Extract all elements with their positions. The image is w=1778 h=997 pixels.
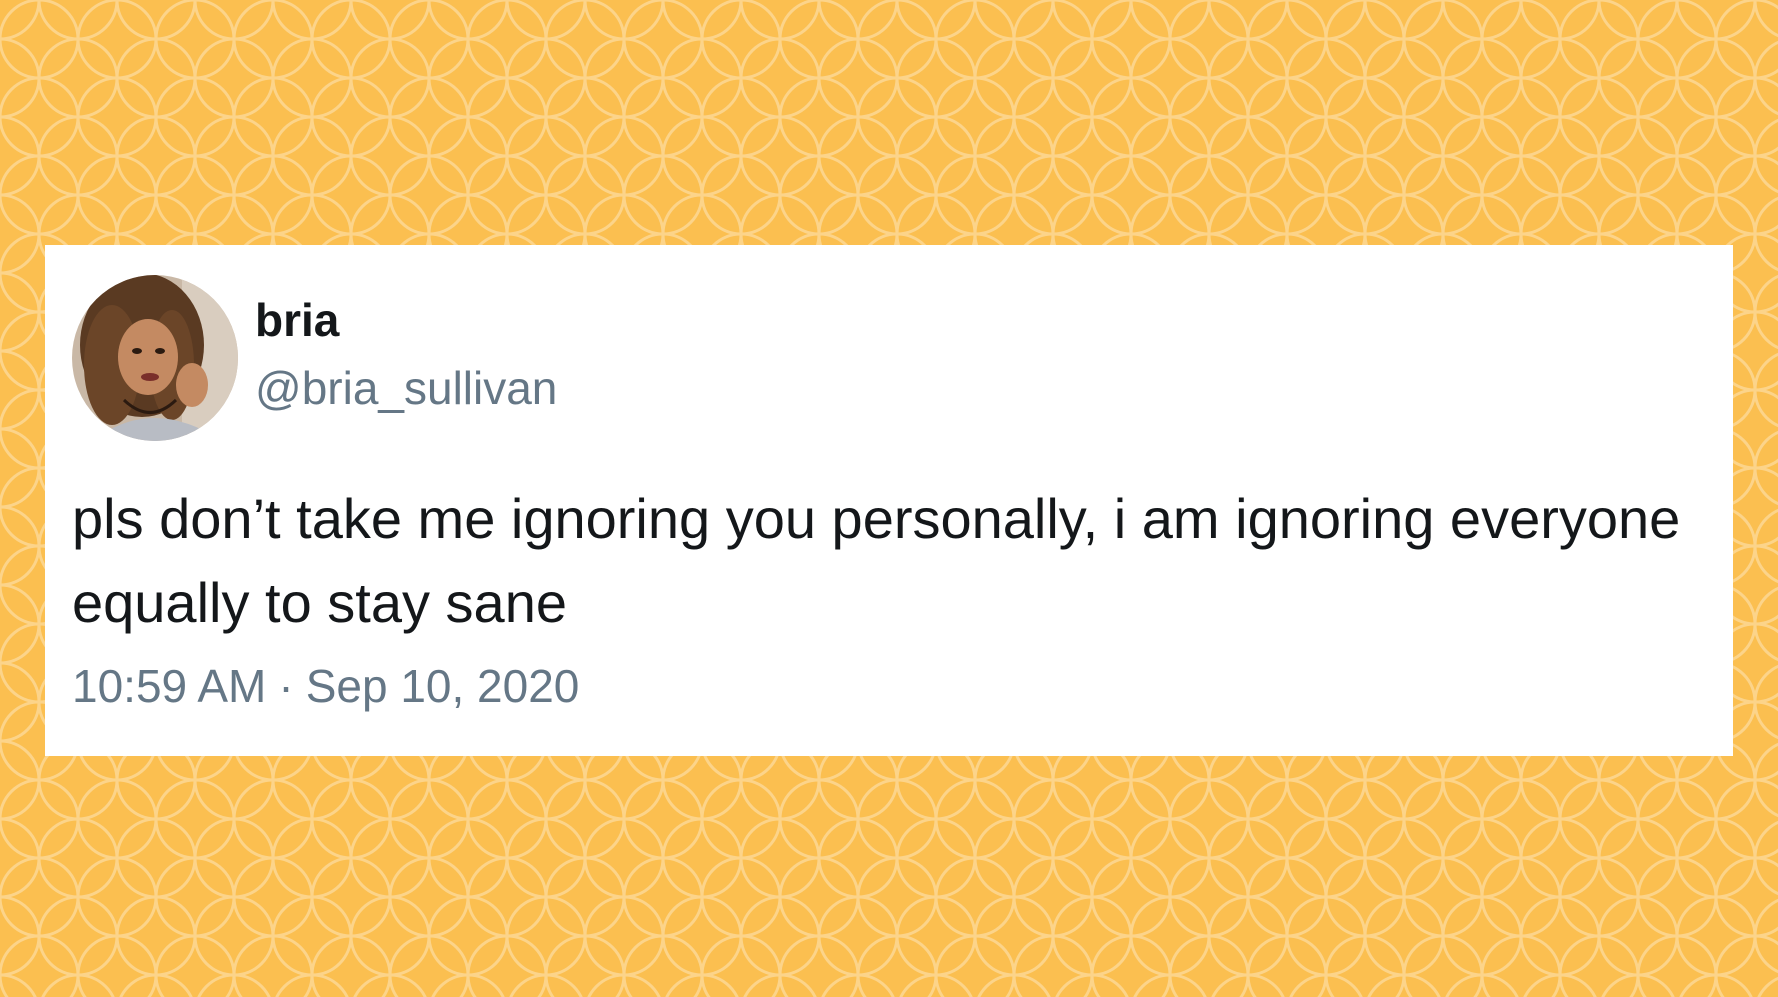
display-name[interactable]: bria	[255, 297, 339, 343]
avatar-photo-icon	[72, 275, 238, 441]
avatar[interactable]	[72, 275, 238, 441]
tweet-card: bria @bria_sullivan pls don’t take me ig…	[45, 245, 1733, 756]
tweet-time: 10:59 AM	[72, 660, 267, 712]
timestamp-separator: ·	[278, 660, 294, 712]
tweet-text: pls don’t take me ignoring you personall…	[72, 487, 1681, 634]
user-handle[interactable]: @bria_sullivan	[255, 365, 557, 411]
tweet-timestamp[interactable]: 10:59 AM · Sep 10, 2020	[72, 663, 579, 709]
tweet-date: Sep 10, 2020	[305, 660, 580, 712]
